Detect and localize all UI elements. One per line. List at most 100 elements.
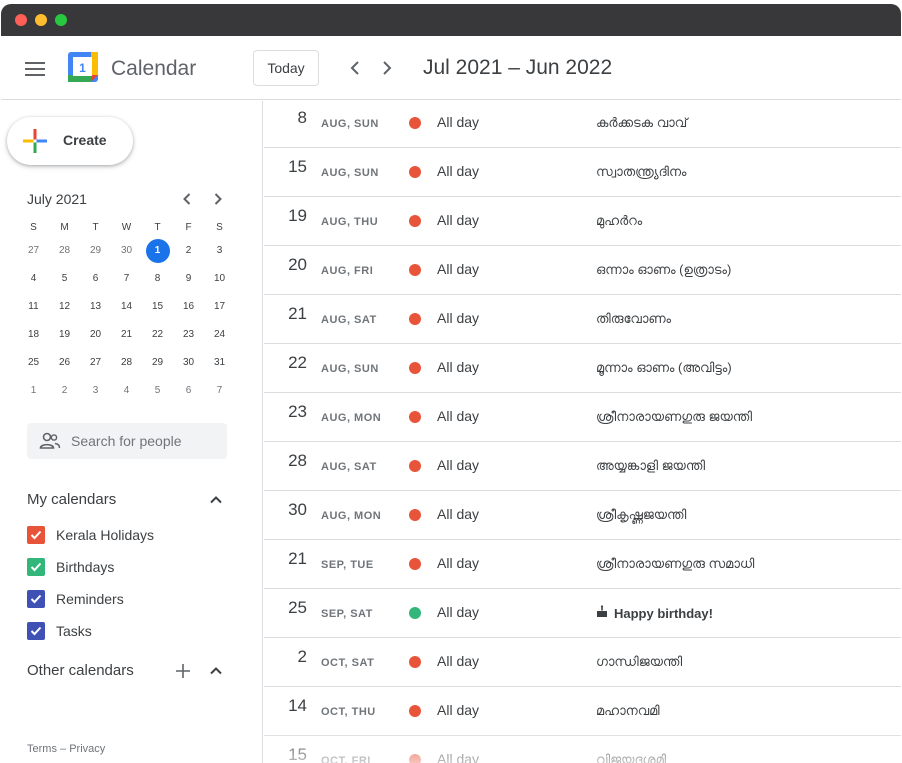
mini-calendar-day[interactable]: 8 <box>142 267 173 291</box>
mini-calendar-day[interactable]: 2 <box>49 379 80 403</box>
create-button[interactable]: Create <box>7 117 133 165</box>
calendar-item[interactable]: Reminders <box>27 587 124 611</box>
event-day-number[interactable]: 23 <box>264 402 307 422</box>
event-row[interactable]: 28 AUG, SAT All day അയ്യങ്കാളി ജയന്തി <box>264 442 901 491</box>
event-day-number[interactable]: 22 <box>264 353 307 373</box>
mini-calendar-next-icon[interactable] <box>208 189 228 209</box>
event-day-number[interactable]: 21 <box>264 304 307 324</box>
mini-calendar-day[interactable]: 11 <box>18 295 49 319</box>
event-row[interactable]: 2 OCT, SAT All day ഗാന്ധിജയന്തി <box>264 638 901 687</box>
next-period-icon[interactable] <box>375 56 399 80</box>
mini-calendar-day[interactable]: 12 <box>49 295 80 319</box>
mini-calendar-day[interactable]: 20 <box>80 323 111 347</box>
mini-calendar-day[interactable]: 28 <box>111 351 142 375</box>
mini-calendar-day[interactable]: 4 <box>18 267 49 291</box>
event-day-number[interactable]: 20 <box>264 255 307 275</box>
mini-calendar-day[interactable]: 30 <box>111 239 142 263</box>
event-row[interactable]: 14 OCT, THU All day മഹാനവമി <box>264 687 901 736</box>
event-row[interactable]: 21 SEP, TUE All day ശ്രീനാരായണഗുരു സമാധി <box>264 540 901 589</box>
event-row[interactable]: 19 AUG, THU All day മുഹർറം <box>264 197 901 246</box>
mini-calendar-day[interactable]: 7 <box>204 379 235 403</box>
event-day-number[interactable]: 28 <box>264 451 307 471</box>
mini-calendar-day[interactable]: 10 <box>204 267 235 291</box>
chevron-up-icon[interactable] <box>206 490 226 510</box>
mini-calendar-day[interactable]: 14 <box>111 295 142 319</box>
calendar-item[interactable]: Birthdays <box>27 555 114 579</box>
search-people-input[interactable]: Search for people <box>27 423 227 459</box>
calendar-checkbox[interactable] <box>27 526 45 544</box>
previous-period-icon[interactable] <box>343 56 367 80</box>
mini-calendar-day[interactable]: 27 <box>18 239 49 263</box>
event-day-number[interactable]: 25 <box>264 598 307 618</box>
event-day-number[interactable]: 21 <box>264 549 307 569</box>
mini-calendar-day[interactable]: 17 <box>204 295 235 319</box>
event-day-number[interactable]: 30 <box>264 500 307 520</box>
event-day-number[interactable]: 15 <box>264 745 307 763</box>
mini-calendar-day[interactable]: 1 <box>18 379 49 403</box>
terms-link[interactable]: Terms <box>27 743 57 755</box>
event-row[interactable]: 8 AUG, SUN All day കർക്കടക വാവ് <box>264 101 901 148</box>
app-window: 1 Calendar Today Jul 2021 – Jun 2022 Cre… <box>1 4 901 763</box>
mini-calendar-day[interactable]: 29 <box>142 351 173 375</box>
window-zoom-button[interactable] <box>55 14 67 26</box>
mini-calendar-day[interactable]: 6 <box>173 379 204 403</box>
event-row[interactable]: 21 AUG, SAT All day തിരുവോണം <box>264 295 901 344</box>
mini-calendar-day[interactable]: 3 <box>204 239 235 263</box>
event-day-number[interactable]: 19 <box>264 206 307 226</box>
mini-calendar-day[interactable]: 29 <box>80 239 111 263</box>
calendar-item[interactable]: Kerala Holidays <box>27 523 154 547</box>
chevron-up-icon[interactable] <box>206 661 226 681</box>
event-row[interactable]: 15 OCT, FRI All day വിജയദശമി <box>264 736 901 763</box>
add-other-calendars-icon[interactable] <box>173 661 193 681</box>
event-day-number[interactable]: 15 <box>264 157 307 177</box>
event-row[interactable]: 15 AUG, SUN All day സ്വാതന്ത്ര്യദിനം <box>264 148 901 197</box>
calendar-checkbox[interactable] <box>27 590 45 608</box>
mini-calendar-day[interactable]: 1 <box>142 239 173 263</box>
event-day-number[interactable]: 14 <box>264 696 307 716</box>
mini-calendar-day[interactable]: 23 <box>173 323 204 347</box>
mini-calendar-day[interactable]: 2 <box>173 239 204 263</box>
mini-calendar-day[interactable]: 25 <box>18 351 49 375</box>
calendar-checkbox[interactable] <box>27 622 45 640</box>
weekday-label: S <box>30 221 37 233</box>
mini-calendar-day[interactable]: 13 <box>80 295 111 319</box>
event-color-dot <box>409 607 421 619</box>
mini-calendar-day[interactable]: 30 <box>173 351 204 375</box>
mini-calendar-day[interactable]: 5 <box>49 267 80 291</box>
window-close-button[interactable] <box>15 14 27 26</box>
mini-calendar-day[interactable]: 19 <box>49 323 80 347</box>
mini-calendar-day[interactable]: 31 <box>204 351 235 375</box>
calendar-checkbox[interactable] <box>27 558 45 576</box>
mini-calendar-prev-icon[interactable] <box>177 189 197 209</box>
mini-calendar-day[interactable]: 22 <box>142 323 173 347</box>
mini-calendar-day[interactable]: 3 <box>80 379 111 403</box>
mini-calendar-day[interactable]: 16 <box>173 295 204 319</box>
event-row[interactable]: 22 AUG, SUN All day മൂന്നാം ഓണം (അവിട്ടം) <box>264 344 901 393</box>
mini-calendar-day[interactable]: 7 <box>111 267 142 291</box>
mini-calendar-day[interactable]: 26 <box>49 351 80 375</box>
event-row[interactable]: 23 AUG, MON All day ശ്രീനാരായണഗുരു ജയന്തി <box>264 393 901 442</box>
mini-calendar-day[interactable]: 9 <box>173 267 204 291</box>
other-calendars-heading[interactable]: Other calendars <box>27 662 134 679</box>
calendar-item[interactable]: Tasks <box>27 619 92 643</box>
event-row[interactable]: 30 AUG, MON All day ശ്രീകൃഷ്ണജയന്തി <box>264 491 901 540</box>
window-minimize-button[interactable] <box>35 14 47 26</box>
event-day-number[interactable]: 8 <box>264 108 307 128</box>
mini-calendar-day[interactable]: 21 <box>111 323 142 347</box>
event-color-dot <box>409 362 421 374</box>
mini-calendar-day[interactable]: 6 <box>80 267 111 291</box>
today-button[interactable]: Today <box>253 50 319 86</box>
mini-calendar-day[interactable]: 24 <box>204 323 235 347</box>
event-row[interactable]: 25 SEP, SAT All day Happy birthday! <box>264 589 901 638</box>
mini-calendar-day[interactable]: 15 <box>142 295 173 319</box>
mini-calendar-day[interactable]: 5 <box>142 379 173 403</box>
privacy-link[interactable]: Privacy <box>69 743 105 755</box>
mini-calendar-day[interactable]: 27 <box>80 351 111 375</box>
mini-calendar-day[interactable]: 28 <box>49 239 80 263</box>
event-row[interactable]: 20 AUG, FRI All day ഒന്നാം ഓണം (ഉത്രാടം) <box>264 246 901 295</box>
my-calendars-heading[interactable]: My calendars <box>27 491 116 508</box>
event-day-number[interactable]: 2 <box>264 647 307 667</box>
mini-calendar-day[interactable]: 18 <box>18 323 49 347</box>
main-menu-icon[interactable] <box>25 62 45 76</box>
mini-calendar-day[interactable]: 4 <box>111 379 142 403</box>
